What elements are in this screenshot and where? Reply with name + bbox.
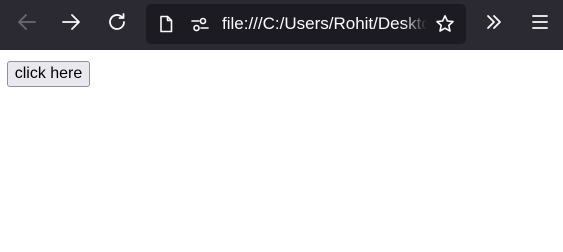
permissions-icon[interactable] <box>190 14 210 34</box>
reload-button[interactable] <box>99 7 135 41</box>
overflow-button[interactable] <box>476 7 512 41</box>
arrow-left-icon <box>16 11 38 37</box>
star-icon[interactable] <box>435 14 455 34</box>
menu-button[interactable] <box>522 7 558 41</box>
click-here-button[interactable]: click here <box>7 61 90 87</box>
hamburger-icon <box>529 11 551 37</box>
arrow-right-icon <box>60 11 82 37</box>
address-bar[interactable]: file:///C:/Users/Rohit/Desktop <box>146 4 466 44</box>
back-button[interactable] <box>9 7 45 41</box>
browser-toolbar: file:///C:/Users/Rohit/Desktop <box>0 0 563 50</box>
page-icon[interactable] <box>156 14 176 34</box>
address-text[interactable]: file:///C:/Users/Rohit/Desktop <box>222 4 427 44</box>
forward-button[interactable] <box>53 7 89 41</box>
chevrons-right-icon <box>483 11 505 37</box>
reload-icon <box>106 11 128 37</box>
